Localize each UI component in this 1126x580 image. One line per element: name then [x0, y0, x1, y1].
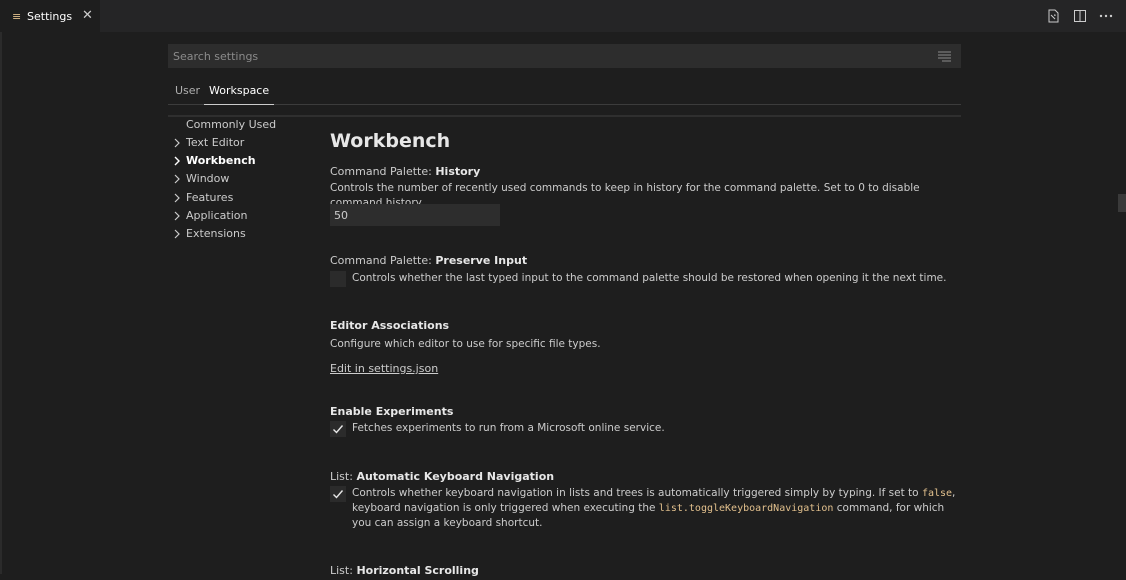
toc-item-text-editor[interactable]: Text Editor: [168, 136, 318, 152]
setting-name: History: [435, 165, 481, 178]
chevron-right-icon: [174, 193, 180, 203]
setting-category: List:: [330, 564, 357, 577]
chevron-right-icon: [174, 156, 180, 166]
setting-name: Automatic Keyboard Navigation: [356, 470, 555, 483]
split-editor-icon[interactable]: [1072, 8, 1088, 24]
setting-description: Controls whether the last typed input to…: [352, 272, 947, 284]
setting-category: List:: [330, 470, 357, 483]
group-title: Workbench: [330, 130, 451, 152]
chevron-right-icon: [174, 229, 180, 239]
toc-label: Commonly Used: [186, 118, 277, 131]
toc-item-features[interactable]: Features: [168, 191, 318, 207]
setting-list-automatic-keyboard-navigation: List: Automatic Keyboard Navigation Cont…: [330, 470, 960, 529]
settings-tab[interactable]: ≡ Settings ✕: [0, 0, 101, 32]
setting-description: Configure which editor to use for specif…: [330, 338, 601, 350]
open-settings-json-icon[interactable]: [1045, 8, 1061, 24]
toc-label: Text Editor: [186, 136, 245, 149]
header-divider: [168, 115, 961, 117]
toc-label: Application: [186, 209, 248, 222]
setting-command-palette-history: Command Palette: History Controls the nu…: [330, 165, 960, 226]
setting-title: Command Palette: Preserve Input: [330, 254, 960, 270]
check-icon: [333, 490, 344, 499]
code-false: false: [921, 488, 953, 499]
setting-title: List: Automatic Keyboard Navigation: [330, 470, 960, 486]
settings-lines-icon: ≡: [12, 10, 22, 23]
check-icon: [333, 425, 344, 434]
search-box: [168, 44, 961, 68]
sidebar-edge: [0, 32, 2, 574]
setting-command-palette-preserve-input: Command Palette: Preserve Input Controls…: [330, 254, 960, 287]
tab-workspace[interactable]: Workspace: [204, 84, 275, 105]
setting-name: Horizontal Scrolling: [356, 564, 479, 577]
history-number-input[interactable]: [330, 204, 500, 226]
keyboard-navigation-checkbox[interactable]: [330, 486, 346, 502]
setting-name: Enable Experiments: [330, 405, 454, 418]
setting-description: Fetches experiments to run from a Micros…: [352, 422, 665, 434]
setting-title: Enable Experiments: [330, 405, 960, 421]
chevron-right-icon: [174, 211, 180, 221]
setting-editor-associations: Editor Associations Configure which edit…: [330, 319, 960, 375]
edit-in-settings-json-link[interactable]: Edit in settings.json: [330, 362, 438, 375]
setting-list-horizontal-scrolling: List: Horizontal Scrolling: [330, 564, 960, 580]
setting-description: Controls whether keyboard navigation in …: [352, 486, 962, 531]
toc-label: Extensions: [186, 227, 246, 240]
tab-label: Settings: [27, 10, 73, 23]
editor-tab-bar: ≡ Settings ✕: [0, 0, 1126, 32]
setting-category: Command Palette:: [330, 165, 436, 178]
desc-text: Controls whether keyboard navigation in …: [352, 487, 922, 499]
setting-title: Command Palette: History: [330, 165, 960, 181]
chevron-right-icon: [174, 138, 180, 148]
preserve-input-checkbox[interactable]: [330, 271, 346, 287]
clear-filter-icon[interactable]: [938, 50, 951, 62]
more-actions-icon[interactable]: [1098, 8, 1114, 24]
tab-user[interactable]: User: [175, 84, 200, 104]
toc-item-commonly-used[interactable]: Commonly Used: [168, 118, 318, 134]
chevron-right-icon: [174, 174, 180, 184]
setting-name: Editor Associations: [330, 319, 450, 332]
setting-title: Editor Associations: [330, 319, 960, 335]
setting-title: List: Horizontal Scrolling: [330, 564, 960, 580]
toc-item-application[interactable]: Application: [168, 209, 318, 225]
toc-label: Features: [186, 191, 234, 204]
enable-experiments-checkbox[interactable]: [330, 421, 346, 437]
toc-label: Window: [186, 172, 230, 185]
scope-tabs: User Workspace: [168, 80, 961, 105]
setting-name: Preserve Input: [435, 254, 528, 267]
search-input[interactable]: [168, 44, 933, 68]
code-command: list.toggleKeyboardNavigation: [658, 503, 834, 514]
scrollbar-thumb[interactable]: [1118, 194, 1126, 212]
toc-item-window[interactable]: Window: [168, 172, 318, 188]
toc-label: Workbench: [186, 154, 256, 167]
close-icon[interactable]: ✕: [82, 8, 93, 23]
setting-enable-experiments: Enable Experiments Fetches experiments t…: [330, 405, 960, 437]
setting-category: Command Palette:: [330, 254, 436, 267]
toc-item-workbench[interactable]: Workbench: [168, 154, 318, 170]
toc-item-extensions[interactable]: Extensions: [168, 227, 318, 243]
